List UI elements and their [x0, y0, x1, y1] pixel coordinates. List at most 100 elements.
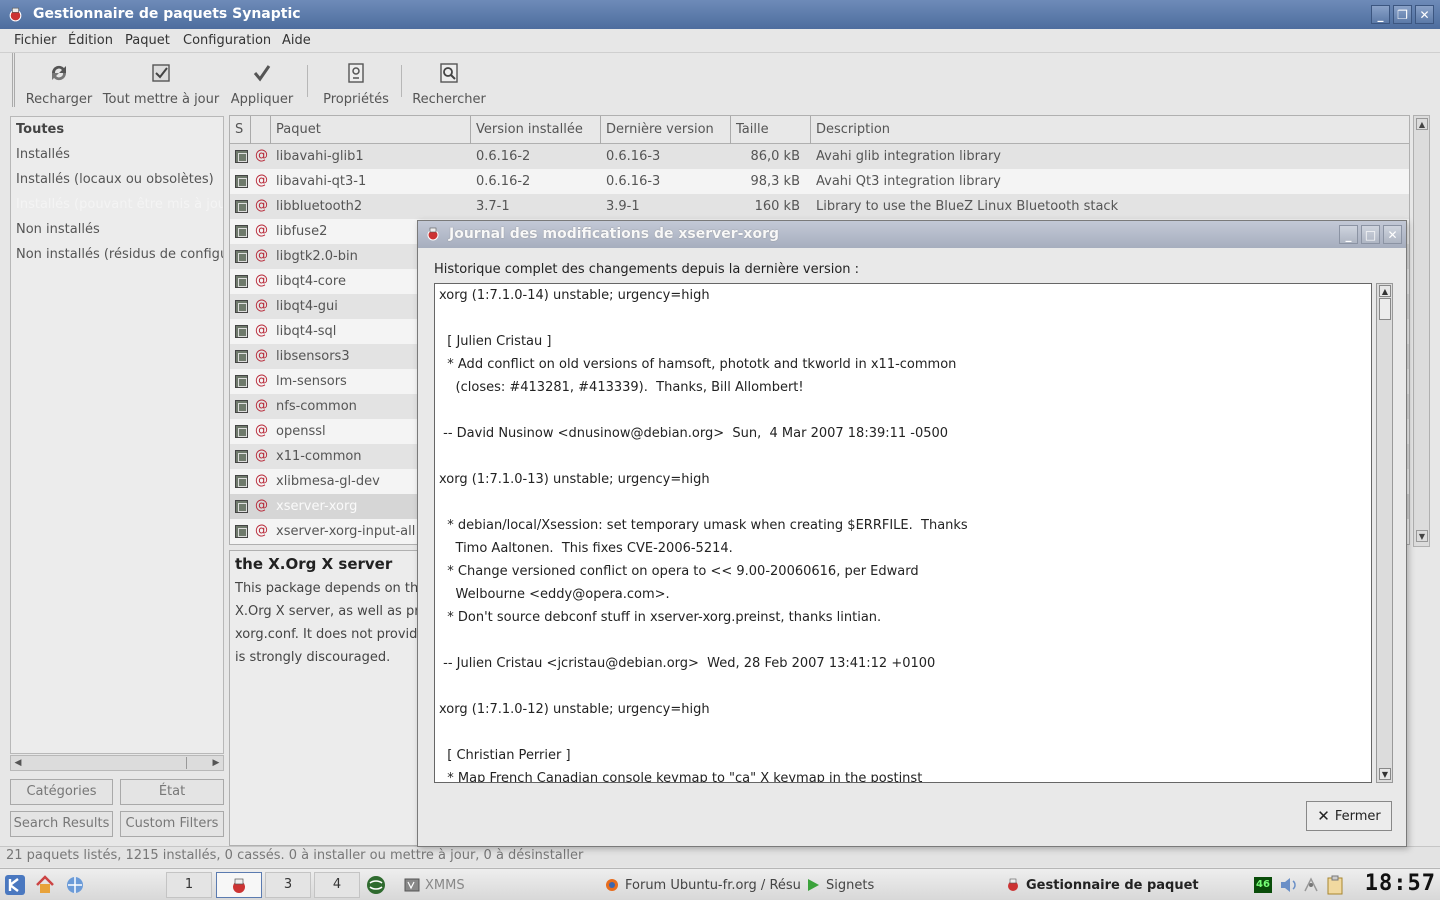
- package-status-icon[interactable]: [235, 425, 248, 438]
- package-status-icon[interactable]: [235, 350, 248, 363]
- checkmark-icon: [249, 60, 275, 86]
- toolbar-separator: [307, 65, 308, 97]
- home-launcher[interactable]: [34, 869, 56, 900]
- debian-swirl-icon: @: [255, 148, 268, 163]
- xmms-icon: [404, 878, 420, 892]
- toolbar: Recharger Tout mettre à jour Appliquer P…: [12, 53, 1436, 107]
- package-status-icon[interactable]: [235, 375, 248, 388]
- desktop-4[interactable]: 4: [314, 872, 360, 898]
- categories-button[interactable]: Catégories: [10, 779, 113, 805]
- desktop-2[interactable]: [216, 872, 262, 898]
- table-row[interactable]: @ libavahi-glib1 0.6.16-2 0.6.16-3 86,0 …: [230, 144, 1409, 169]
- filter-item[interactable]: Toutes: [11, 117, 223, 142]
- dialog-titlebar[interactable]: Journal des modifications de xserver-xor…: [418, 221, 1406, 248]
- package-status-icon[interactable]: [235, 175, 248, 188]
- column-latest-version[interactable]: Dernière version: [601, 116, 731, 144]
- changelog-textview[interactable]: xorg (1:7.1.0-14) unstable; urgency=high…: [434, 283, 1372, 783]
- column-package[interactable]: Paquet: [271, 116, 471, 144]
- dialog-minimize-button[interactable]: _: [1339, 225, 1358, 244]
- package-status-icon[interactable]: [235, 150, 248, 163]
- menu-fichier[interactable]: Fichier: [14, 33, 57, 48]
- scroll-thumb[interactable]: [25, 757, 187, 769]
- scroll-down-icon[interactable]: ▼: [1379, 768, 1391, 780]
- search-results-button[interactable]: Search Results: [10, 811, 113, 837]
- clock[interactable]: 18:57: [1365, 871, 1436, 896]
- package-status-icon[interactable]: [235, 200, 248, 213]
- scroll-down-icon[interactable]: ▼: [1416, 530, 1428, 542]
- reload-button[interactable]: Recharger: [24, 53, 94, 107]
- debian-swirl-icon: @: [255, 223, 268, 238]
- desktop-3[interactable]: 3: [265, 872, 311, 898]
- upgrade-all-button[interactable]: Tout mettre à jour: [101, 53, 221, 107]
- table-row[interactable]: @ libavahi-qt3-1 0.6.16-2 0.6.16-3 98,3 …: [230, 169, 1409, 194]
- changelog-vscrollbar[interactable]: ▲ ▼: [1376, 283, 1393, 783]
- browser-launcher[interactable]: [64, 869, 86, 900]
- search-icon: [436, 60, 462, 86]
- column-size[interactable]: Taille: [731, 116, 811, 144]
- filter-hscrollbar[interactable]: ◀ ▶: [10, 755, 224, 771]
- package-status-icon[interactable]: [235, 500, 248, 513]
- column-support[interactable]: [251, 116, 271, 144]
- minimize-button[interactable]: _: [1371, 5, 1390, 24]
- scroll-left-icon[interactable]: ◀: [12, 757, 24, 769]
- package-vscrollbar[interactable]: ▲ ▼: [1413, 115, 1430, 547]
- debian-swirl-icon: @: [255, 523, 268, 538]
- package-status-icon[interactable]: [235, 525, 248, 538]
- status-text: 21 paquets listés, 1215 installés, 0 cas…: [6, 848, 584, 863]
- status-bar: 21 paquets listés, 1215 installés, 0 cas…: [0, 846, 1440, 867]
- main-titlebar[interactable]: Gestionnaire de paquets Synaptic _ ❐ ✕: [0, 0, 1440, 29]
- close-window-button[interactable]: ✕: [1415, 5, 1434, 24]
- scroll-thumb[interactable]: [1379, 298, 1391, 320]
- dialog-maximize-button[interactable]: □: [1361, 225, 1380, 244]
- filter-item[interactable]: Non installés (résidus de configuration): [11, 242, 223, 267]
- network-icon: [367, 876, 385, 894]
- filter-item[interactable]: Non installés: [11, 217, 223, 242]
- package-status-icon[interactable]: [235, 275, 248, 288]
- properties-button[interactable]: Propriétés: [319, 53, 393, 107]
- kde-menu-button[interactable]: [4, 869, 26, 900]
- status-button[interactable]: État: [120, 779, 224, 805]
- task-bookmarks[interactable]: Signets: [806, 869, 874, 900]
- tray-app-launcher[interactable]: [365, 869, 387, 900]
- filter-item[interactable]: Installés: [11, 142, 223, 167]
- tray-wireless[interactable]: [1302, 869, 1320, 900]
- filter-item[interactable]: Installés (pouvant être mis à jour): [11, 192, 223, 217]
- task-forum[interactable]: Forum Ubuntu-fr.org / Résu: [604, 869, 801, 900]
- package-status-icon[interactable]: [235, 250, 248, 263]
- synaptic-app-icon: [427, 227, 439, 241]
- search-button[interactable]: Rechercher: [411, 53, 487, 107]
- scroll-up-icon[interactable]: ▲: [1416, 118, 1428, 130]
- custom-filters-button[interactable]: Custom Filters: [120, 811, 224, 837]
- scroll-right-icon[interactable]: ▶: [210, 757, 222, 769]
- package-status-icon[interactable]: [235, 475, 248, 488]
- close-icon: ✕: [1317, 807, 1330, 825]
- filter-item[interactable]: Installés (locaux ou obsolètes): [11, 167, 223, 192]
- tray-monitor[interactable]: 46: [1254, 869, 1272, 900]
- menu-edition[interactable]: Édition: [68, 33, 113, 48]
- firefox-icon: [606, 879, 618, 891]
- menu-aide[interactable]: Aide: [282, 33, 311, 48]
- scroll-up-icon[interactable]: ▲: [1379, 285, 1391, 297]
- column-description[interactable]: Description: [811, 116, 1409, 144]
- dialog-close-icon[interactable]: ✕: [1383, 225, 1402, 244]
- column-status[interactable]: S: [230, 116, 251, 144]
- maximize-button[interactable]: ❐: [1393, 5, 1412, 24]
- package-status-icon[interactable]: [235, 300, 248, 313]
- table-row[interactable]: @ libbluetooth2 3.7-1 3.9-1 160 kB Libra…: [230, 194, 1409, 219]
- package-status-icon[interactable]: [235, 450, 248, 463]
- desktop-1[interactable]: 1: [166, 872, 212, 898]
- task-synaptic[interactable]: Gestionnaire de paquet: [1005, 869, 1199, 900]
- tray-klipper[interactable]: [1326, 869, 1344, 900]
- task-xmms[interactable]: XMMS: [404, 869, 465, 900]
- window-title: Gestionnaire de paquets Synaptic: [33, 6, 301, 22]
- menu-configuration[interactable]: Configuration: [183, 33, 271, 48]
- debian-swirl-icon: @: [255, 323, 268, 338]
- package-status-icon[interactable]: [235, 400, 248, 413]
- column-installed-version[interactable]: Version installée: [471, 116, 601, 144]
- menu-paquet[interactable]: Paquet: [125, 33, 170, 48]
- package-status-icon[interactable]: [235, 225, 248, 238]
- apply-button[interactable]: Appliquer: [230, 53, 294, 107]
- close-button[interactable]: ✕ Fermer: [1306, 801, 1392, 831]
- package-status-icon[interactable]: [235, 325, 248, 338]
- volume-control[interactable]: [1279, 869, 1299, 900]
